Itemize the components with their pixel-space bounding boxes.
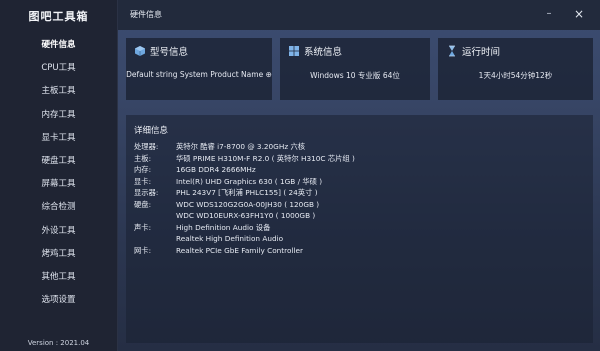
window-title: 硬件信息	[130, 10, 162, 19]
detail-key: 处理器:	[134, 142, 159, 151]
detail-value: WDC WD10EURX-63FH1Y0 ( 1000GB )	[176, 211, 316, 220]
detail-row-cpu: 处理器: 英特尔 酷睿 i7-8700 @ 3.20GHz 六核	[134, 142, 574, 152]
detail-key: 网卡:	[134, 245, 152, 255]
model-info-card: 型号信息 Default string System Product Name …	[126, 38, 272, 100]
detail-value: PHL 243V7 [飞利浦 PHLC155] ( 24英寸 )	[176, 188, 318, 197]
sidebar-item-peripheral-tools[interactable]: 外设工具	[0, 220, 117, 243]
sidebar-item-stress-tools[interactable]: 烤鸡工具	[0, 243, 117, 266]
uptime-card: 运行时间 1天4小时54分钟12秒	[438, 38, 593, 100]
detail-key: 显卡:	[134, 176, 152, 186]
windows-icon	[289, 46, 299, 56]
detail-row-disk-2: WDC WD10EURX-63FH1Y0 ( 1000GB )	[134, 211, 574, 221]
sidebar-item-general-test[interactable]: 综合检测	[0, 196, 117, 219]
detail-title: 详细信息	[134, 126, 169, 136]
detail-key: 声卡:	[134, 222, 152, 232]
detail-value: 华硕 PRIME H310M-F R2.0 ( 英特尔 H310C 芯片组 )	[176, 153, 355, 163]
system-info-label: 系统信息	[304, 47, 343, 58]
detail-key: 内存:	[134, 165, 152, 174]
detail-key: 硬盘:	[134, 199, 152, 209]
sidebar-item-gpu-tools[interactable]: 显卡工具	[0, 127, 117, 150]
detail-row-network: 网卡: Realtek PCIe GbE Family Controller	[134, 246, 574, 256]
version-label: Version : 2021.04	[27, 339, 90, 347]
detail-row-monitor: 显示器: PHL 243V7 [飞利浦 PHLC155] ( 24英寸 )	[134, 188, 574, 198]
uptime-value: 1天4小时54分钟12秒	[478, 71, 553, 80]
sidebar-item-cpu-tools[interactable]: CPU工具	[0, 57, 117, 80]
detail-row-audio-2: Realtek High Definition Audio	[134, 234, 574, 244]
model-info-label: 型号信息	[150, 47, 189, 58]
sidebar-item-settings[interactable]: 选项设置	[0, 289, 117, 312]
sidebar-item-memory-tools[interactable]: 内存工具	[0, 104, 117, 127]
detail-row-audio: 声卡: High Definition Audio 设备	[134, 223, 574, 233]
detail-value: 16GB DDR4 2666MHz	[176, 165, 256, 174]
detail-key: 显示器:	[134, 188, 159, 197]
detail-value: WDC WDS120G2G0A-00JH30 ( 120GB )	[176, 199, 320, 209]
detail-row-disk: 硬盘: WDC WDS120G2G0A-00JH30 ( 120GB )	[134, 200, 574, 210]
cube-icon	[135, 46, 145, 56]
app-title: 图吧工具箱	[28, 10, 89, 23]
detail-row-motherboard: 主板: 华硕 PRIME H310M-F R2.0 ( 英特尔 H310C 芯片…	[134, 154, 574, 164]
detail-value: High Definition Audio 设备	[176, 222, 271, 232]
sidebar-item-screen-tools[interactable]: 屏幕工具	[0, 173, 117, 196]
close-button[interactable]: ×	[572, 8, 586, 22]
detail-value: Realtek High Definition Audio	[176, 234, 284, 243]
detail-key: 主板:	[134, 153, 152, 163]
sidebar-item-motherboard-tools[interactable]: 主板工具	[0, 80, 117, 103]
detail-value: Realtek PCIe GbE Family Controller	[176, 245, 303, 255]
hourglass-icon	[449, 45, 455, 57]
minimize-button[interactable]: –	[542, 8, 556, 22]
sidebar: 图吧工具箱 硬件信息 CPU工具 主板工具 内存工具 显卡工具 硬盘工具 屏幕工…	[0, 0, 118, 351]
detail-row-memory: 内存: 16GB DDR4 2666MHz	[134, 165, 574, 175]
uptime-label: 运行时间	[462, 47, 501, 58]
sidebar-item-hardware-info[interactable]: 硬件信息	[0, 34, 117, 57]
system-info-value: Windows 10 专业版 64位	[310, 71, 400, 80]
title-bar: 硬件信息 – ×	[118, 0, 600, 30]
model-info-value: Default string System Product Name ⊕	[126, 70, 272, 79]
detail-value: 英特尔 酷睿 i7-8700 @ 3.20GHz 六核	[176, 142, 306, 151]
main-panel: 硬件信息 – × 型号信息 Default string System Prod…	[118, 0, 600, 351]
detail-value: Intel(R) UHD Graphics 630 ( 1GB / 华硕 )	[176, 176, 323, 186]
detail-row-gpu: 显卡: Intel(R) UHD Graphics 630 ( 1GB / 华硕…	[134, 177, 574, 187]
sidebar-item-disk-tools[interactable]: 硬盘工具	[0, 150, 117, 173]
sidebar-item-other-tools[interactable]: 其他工具	[0, 266, 117, 289]
system-info-card: 系统信息 Windows 10 专业版 64位	[280, 38, 430, 100]
detail-panel: 详细信息 处理器: 英特尔 酷睿 i7-8700 @ 3.20GHz 六核 主板…	[126, 115, 593, 343]
